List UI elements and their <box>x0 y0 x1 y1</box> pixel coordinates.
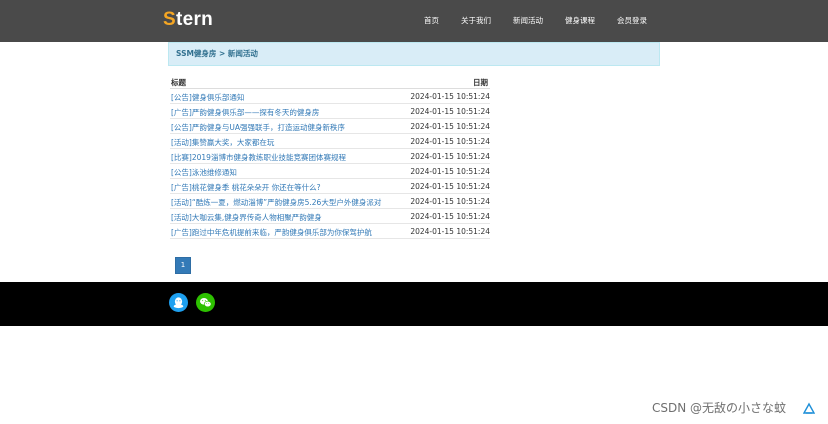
news-title-link[interactable]: [公告]健身俱乐部通知 <box>171 92 244 103</box>
logo-accent-letter: S <box>163 9 176 30</box>
bookmark-icon[interactable] <box>803 402 815 414</box>
site-logo[interactable]: Stern <box>163 9 213 31</box>
logo-text: tern <box>175 9 214 30</box>
news-title-link[interactable]: [公告]严韵健身与UA强强联手，打造运动健身新秩序 <box>171 122 345 133</box>
footer <box>0 282 828 326</box>
column-header-date: 日期 <box>473 78 488 87</box>
news-date: 2024-01-15 10:51:24 <box>410 152 490 161</box>
table-row: [广告]严韵健身俱乐部——探有冬天的健身房 2024-01-15 10:51:24 <box>170 104 490 119</box>
news-date: 2024-01-15 10:51:24 <box>410 182 490 191</box>
news-date: 2024-01-15 10:51:24 <box>410 212 490 221</box>
top-navbar: Stern 首页 关于我们 新闻活动 健身课程 会员登录 <box>0 0 828 42</box>
news-title-link[interactable]: [广告]桃花健身季 桃花朵朵开 你还在等什么? <box>171 182 321 193</box>
table-row: [广告]跑过中年危机提前来临，严韵健身俱乐部为你保驾护航 2024-01-15 1… <box>170 224 490 239</box>
table-row: [活动]大咖云集,健身界传奇人物相聚严韵健身 2024-01-15 10:51:2… <box>170 209 490 224</box>
table-row: [活动]“酷炼一夏，燃动淄博”严韵健身房5.26大型户外健身派对 2024-01-… <box>170 194 490 209</box>
news-date: 2024-01-15 10:51:24 <box>410 137 490 146</box>
wechat-icon[interactable] <box>196 293 215 312</box>
news-title-link[interactable]: [活动]大咖云集,健身界传奇人物相聚严韵健身 <box>171 212 322 223</box>
nav-member-login[interactable]: 会员登录 <box>617 15 647 26</box>
table-row: [比赛]2019淄博市健身教练职业技能竞赛团体赛规程 2024-01-15 10:… <box>170 149 490 164</box>
table-row: [广告]桃花健身季 桃花朵朵开 你还在等什么? 2024-01-15 10:51:… <box>170 179 490 194</box>
table-row: [公告]泳池维修通知 2024-01-15 10:51:24 <box>170 164 490 179</box>
news-table: 标题 日期 [公告]健身俱乐部通知 2024-01-15 10:51:24 [广告]… <box>170 75 490 239</box>
table-row: [公告]严韵健身与UA强强联手，打造运动健身新秩序 2024-01-15 10:5… <box>170 119 490 134</box>
news-date: 2024-01-15 10:51:24 <box>410 227 490 236</box>
nav-news[interactable]: 新闻活动 <box>513 15 543 26</box>
nav-about[interactable]: 关于我们 <box>461 15 491 26</box>
nav-courses[interactable]: 健身课程 <box>565 15 595 26</box>
news-date: 2024-01-15 10:51:24 <box>410 122 490 131</box>
news-title-link[interactable]: [广告]跑过中年危机提前来临，严韵健身俱乐部为你保驾护航 <box>171 227 372 238</box>
news-date: 2024-01-15 10:51:24 <box>410 92 490 101</box>
nav-home[interactable]: 首页 <box>424 15 439 26</box>
table-row: [公告]健身俱乐部通知 2024-01-15 10:51:24 <box>170 89 490 104</box>
pagination-page-1[interactable]: 1 <box>175 257 191 274</box>
qq-icon[interactable] <box>169 293 188 312</box>
news-date: 2024-01-15 10:51:24 <box>410 167 490 176</box>
table-header: 标题 日期 <box>170 75 490 89</box>
csdn-watermark: CSDN @无敌の小さな蚊 <box>652 401 787 415</box>
column-header-title: 标题 <box>171 78 186 87</box>
news-title-link[interactable]: [公告]泳池维修通知 <box>171 167 237 178</box>
news-date: 2024-01-15 10:51:24 <box>410 197 490 206</box>
table-row: [活动]集赞赢大奖，大家都在玩 2024-01-15 10:51:24 <box>170 134 490 149</box>
breadcrumb: SSM健身房 > 新闻活动 <box>168 42 660 66</box>
news-title-link[interactable]: [比赛]2019淄博市健身教练职业技能竞赛团体赛规程 <box>171 152 346 163</box>
news-title-link[interactable]: [活动]“酷炼一夏，燃动淄博”严韵健身房5.26大型户外健身派对 <box>171 197 381 208</box>
news-date: 2024-01-15 10:51:24 <box>410 107 490 116</box>
news-title-link[interactable]: [活动]集赞赢大奖，大家都在玩 <box>171 137 274 148</box>
news-title-link[interactable]: [广告]严韵健身俱乐部——探有冬天的健身房 <box>171 107 319 118</box>
